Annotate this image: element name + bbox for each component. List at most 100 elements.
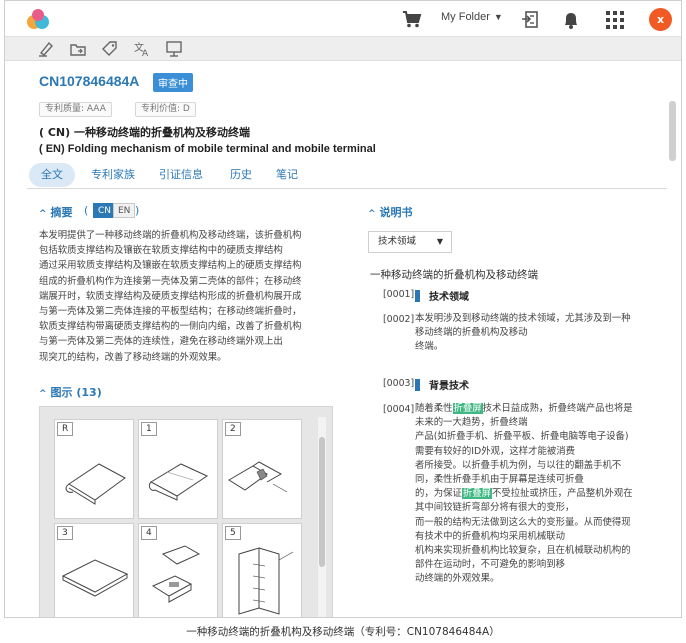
search-highlight: 折叠屏 — [461, 488, 493, 500]
paren-close: ) — [135, 204, 140, 217]
top-bar: My Folder ▼ x — [5, 1, 681, 37]
chevron-up-icon: ^ — [39, 389, 47, 399]
tab-full-text[interactable]: 全文 — [29, 163, 75, 187]
figure-label: 1 — [141, 422, 157, 436]
figure-thumb[interactable]: 2 — [222, 419, 302, 519]
figure-thumb[interactable]: 5 — [222, 523, 302, 617]
para-number: [0004] — [383, 404, 415, 415]
para-line: 同，柔性折叠手机由于屏幕是连续可折叠 — [415, 474, 584, 486]
abstract-heading-label: 摘要 — [50, 206, 73, 219]
bell-icon[interactable] — [561, 10, 581, 30]
export-icon[interactable] — [521, 10, 541, 30]
para-heading: 背景技术 — [429, 381, 469, 392]
figures-heading-label: 图示 (13) — [50, 386, 102, 399]
my-folder-dropdown[interactable]: My Folder ▼ — [441, 11, 503, 23]
abstract-line: 包括软质支撑结构及镶嵌在软质支撑结构中的硬质支撑结构 — [39, 245, 283, 257]
paren-open: ( — [84, 204, 89, 217]
folder-move-icon[interactable] — [69, 40, 87, 58]
figure-thumb[interactable]: 4 — [138, 523, 218, 617]
abstract-line: 与第一壳体及第二壳体的连续性，避免在移动终端外观上出 — [39, 336, 283, 348]
figures-heading[interactable]: ^ 图示 (13) — [39, 384, 102, 400]
section-marker — [415, 290, 420, 302]
para-line: 终端。 — [415, 341, 444, 353]
para-heading: 技术领域 — [429, 292, 469, 303]
para-text: 随着柔性折叠屏技术日益成熟，折叠终端产品也将是 未来的一大趋势，折叠终端 产品(… — [415, 402, 659, 587]
section-select-value: 技术领域 — [378, 236, 417, 247]
para-line: 的，为保证折叠屏不受拉扯或挤压，产品整机外观在 — [415, 487, 659, 501]
tag-icon[interactable] — [101, 40, 119, 58]
section-select[interactable]: 技术领域 ▼ — [368, 231, 452, 253]
para-line: 者所接受。以折叠手机为例，与以往的翻盖手机不 — [415, 459, 622, 471]
abstract-line: 通过采用软质支撑结构及镶嵌在软质支撑结构上的硬质支撑结构 — [39, 260, 302, 272]
highlight-pen-icon[interactable] — [37, 40, 55, 58]
figure-label: R — [57, 422, 74, 436]
apps-grid-icon[interactable] — [605, 10, 625, 30]
abstract-line: 现突兀的结构，改善了移动终端的外观效果。 — [39, 351, 227, 363]
para-number: [0002] — [383, 314, 415, 325]
svg-text:A: A — [142, 49, 149, 58]
section-marker — [415, 379, 420, 391]
abstract-line: 与第一壳体及第二壳体连接的平板型结构；在移动终端折叠时， — [39, 306, 302, 318]
app-logo-icon[interactable] — [25, 7, 51, 31]
chevron-up-icon: ^ — [39, 209, 47, 219]
quality-pill: 专利质量: AAA — [39, 102, 112, 117]
abstract-line: 组成的折叠机构作为连接第一壳体及第二壳体的部件；在移动终 — [39, 275, 302, 287]
caret-down-icon: ▼ — [436, 237, 443, 246]
para-line: 本发明涉及到移动终端的技术领域，尤其涉及到一种 — [415, 313, 631, 324]
text-span: 技术日益成熟，折叠终端产品也将是 — [482, 403, 633, 414]
title-cn: ( CN) 一种移动终端的折叠机构及移动终端 — [39, 126, 250, 139]
para-line: 需要有较好的ID外观，这样才能被消费 — [415, 445, 575, 457]
figure-thumb[interactable]: R — [54, 419, 134, 519]
tab-notes[interactable]: 笔记 — [276, 163, 298, 187]
figure-label: 2 — [225, 422, 241, 436]
image-caption: 一种移动终端的折叠机构及移动终端（专利号：CN107846484A） — [186, 626, 500, 638]
abstract-line: 本发明提供了一种移动终端的折叠机构及移动终端，该折叠机构 — [39, 230, 302, 241]
my-folder-label: My Folder — [441, 11, 490, 23]
description-doc-title: 一种移动终端的折叠机构及移动终端 — [370, 269, 538, 281]
para-line: 未来的一大趋势，折叠终端 — [415, 417, 528, 429]
para-line: 有技术中的折叠机构均采用机械联动 — [415, 530, 566, 542]
figures-scrollbar[interactable] — [318, 417, 326, 617]
abstract-line: 端展开时，软质支撑结构及硬质支撑结构形成的折叠机构展开成 — [39, 290, 302, 302]
text-span: 随着柔性 — [415, 403, 453, 414]
description-heading[interactable]: ^ 说明书 — [368, 204, 413, 220]
tab-history[interactable]: 历史 — [230, 163, 252, 187]
lang-en-button[interactable]: EN — [113, 203, 136, 218]
abstract-heading[interactable]: ^ 摘要 — [39, 204, 73, 220]
value-pill: 专利价值: D — [135, 102, 196, 117]
translate-icon[interactable]: 文 A — [133, 40, 151, 58]
abstract-text: 本发明提供了一种移动终端的折叠机构及移动终端，该折叠机构 包括软质支撑结构及镶嵌… — [39, 228, 335, 365]
figures-gallery: R 1 2 3 4 5 — [39, 406, 333, 617]
para-line: 动终端的外观效果。 — [415, 573, 500, 585]
page-scrollbar[interactable] — [669, 101, 676, 161]
para-line: 随着柔性折叠屏技术日益成熟，折叠终端产品也将是 — [415, 402, 659, 416]
text-span: 的，为保证 — [415, 488, 462, 500]
figure-label: 4 — [141, 526, 157, 540]
cart-icon[interactable] — [402, 10, 422, 28]
tab-bar: 全文 专利家族 引证信息 历史 笔记 — [27, 163, 667, 189]
caret-down-icon: ▼ — [493, 12, 503, 22]
para-line: 产品(如折叠手机、折叠平板、折叠电脑等电子设备) — [415, 431, 629, 443]
para-line: 而一般的结构无法做到这么大的变形量。从而使得现 — [415, 516, 631, 528]
tool-bar: 文 A — [5, 37, 681, 61]
figure-label: 3 — [57, 526, 73, 540]
presentation-icon[interactable] — [165, 40, 183, 58]
para-line: 部件在运动时，不可避免的影响到移 — [415, 559, 566, 571]
tab-citations[interactable]: 引证信息 — [159, 163, 203, 187]
user-avatar[interactable]: x — [649, 8, 672, 31]
para-line: 机构来实现折叠机构比较复杂，且在机械联动机构的 — [415, 545, 631, 557]
figure-thumb[interactable]: 1 — [138, 419, 218, 519]
figure-thumb[interactable]: 3 — [54, 523, 134, 617]
text-span: 不受拉扯或挤压，产品整机外观在 — [492, 488, 633, 500]
para-line: 其中间铰链折弯部分将有很大的变形， — [415, 502, 575, 514]
search-highlight: 折叠屏 — [452, 403, 483, 414]
app-window: My Folder ▼ x 文 A CN107846484A 审查中 专利质量:… — [4, 0, 682, 618]
para-text: 本发明涉及到移动终端的技术领域，尤其涉及到一种 移动终端的折叠机构及移动 终端。 — [415, 312, 659, 355]
patent-number: CN107846484A — [39, 73, 140, 89]
para-line: 移动终端的折叠机构及移动 — [415, 327, 528, 339]
figures-scroll-thumb[interactable] — [319, 437, 325, 567]
para-number: [0003] — [383, 378, 415, 389]
description-heading-label: 说明书 — [379, 206, 413, 219]
chevron-up-icon: ^ — [368, 209, 376, 219]
tab-patent-family[interactable]: 专利家族 — [91, 163, 135, 187]
